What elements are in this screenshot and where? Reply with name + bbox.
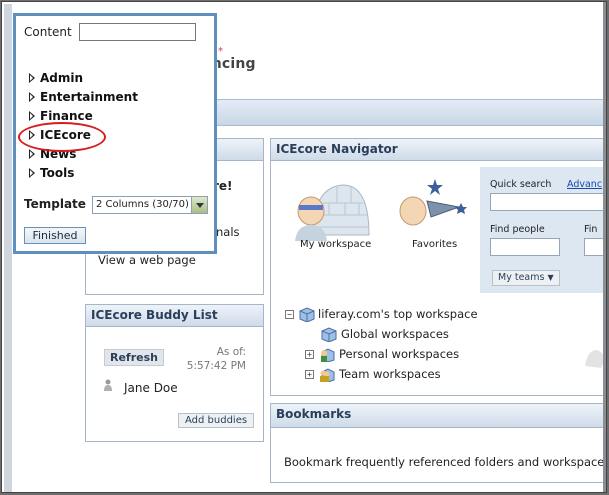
category-admin[interactable]: Admin xyxy=(29,71,83,85)
tree-item-label[interactable]: Global workspaces xyxy=(341,327,449,341)
expand-arrow-icon xyxy=(29,73,35,83)
left-border xyxy=(4,4,12,492)
bookmarks-title: Bookmarks xyxy=(271,404,606,428)
find-other-label: Fin xyxy=(584,224,598,235)
navigator-title: ICEcore Navigator xyxy=(271,139,606,161)
category-tools[interactable]: Tools xyxy=(29,166,74,180)
collapse-icon[interactable]: − xyxy=(285,309,294,319)
category-label: Entertainment xyxy=(40,90,138,104)
my-teams-button[interactable]: My teams ▼ xyxy=(492,270,560,286)
tree-item-team[interactable]: + Team workspaces xyxy=(305,366,441,382)
content-search-input[interactable] xyxy=(79,23,196,41)
buddy-list-title: ICEcore Buddy List xyxy=(86,305,263,327)
template-selected-value: 2 Columns (30/70) xyxy=(96,199,189,210)
quick-search-label: Quick search xyxy=(490,179,552,190)
tree-root-label[interactable]: liferay.com's top workspace xyxy=(318,307,478,321)
dropdown-arrow-icon[interactable] xyxy=(191,197,207,213)
tree-item-global[interactable]: Global workspaces xyxy=(320,326,449,342)
find-people-input[interactable] xyxy=(490,238,560,256)
favorites-label[interactable]: Favorites xyxy=(412,239,457,250)
bookmarks-hint: Bookmark frequently referenced folders a… xyxy=(284,455,605,469)
buddy-list-portlet: ICEcore Buddy List Refresh As of: 5:57:4… xyxy=(85,304,264,442)
expand-arrow-icon xyxy=(29,111,35,121)
right-border xyxy=(603,2,606,492)
bookmarks-portlet: Bookmarks Bookmark frequently referenced… xyxy=(270,403,606,483)
refresh-button[interactable]: Refresh xyxy=(104,349,164,366)
chevron-down-icon: ▼ xyxy=(547,273,554,282)
content-label: Content xyxy=(24,25,72,39)
tree-item-personal[interactable]: + Personal workspaces xyxy=(305,346,459,362)
category-label: Finance xyxy=(40,109,93,121)
highlight-circle xyxy=(18,122,106,152)
add-content-popup: Content Admin Entertainment Finance ICEc… xyxy=(13,13,217,254)
team-workspace-icon xyxy=(320,368,335,382)
navigator-portlet: ICEcore Navigator My workspace Favorites… xyxy=(270,138,606,396)
expand-arrow-icon xyxy=(29,92,35,102)
expand-arrow-icon xyxy=(29,149,35,159)
workspace-box-icon xyxy=(299,307,315,322)
personal-workspace-icon xyxy=(321,348,335,362)
favorites-icon[interactable] xyxy=(389,177,469,237)
welcome-item-2[interactable]: nals xyxy=(216,225,240,239)
tree-item-label[interactable]: Team workspaces xyxy=(339,367,441,381)
category-label: Admin xyxy=(40,71,84,85)
template-label: Template xyxy=(24,197,86,211)
quick-search-input[interactable] xyxy=(490,193,606,211)
advanced-search-link[interactable]: Advanc xyxy=(567,179,602,190)
my-teams-label: My teams xyxy=(498,272,545,283)
my-workspace-label[interactable]: My workspace xyxy=(300,239,371,250)
navigation-bar xyxy=(214,99,603,126)
category-finance[interactable]: Finance xyxy=(29,109,93,121)
person-icon xyxy=(104,379,112,391)
my-workspace-icon[interactable] xyxy=(289,173,371,241)
template-select[interactable]: 2 Columns (30/70) xyxy=(92,196,208,214)
expand-icon[interactable]: + xyxy=(305,349,314,359)
expand-arrow-icon xyxy=(29,168,35,178)
window-frame: * encing re! nals View a web page ICEcor… xyxy=(1,1,607,493)
expand-icon[interactable]: + xyxy=(305,369,314,379)
buddy-name[interactable]: Jane Doe xyxy=(124,381,178,395)
view-web-page-link[interactable]: View a web page xyxy=(98,253,196,267)
finished-button[interactable]: Finished xyxy=(24,227,86,244)
category-label: Tools xyxy=(40,166,75,180)
last-refresh-time: As of: 5:57:42 PM xyxy=(186,346,246,372)
category-entertainment[interactable]: Entertainment xyxy=(29,90,138,104)
search-panel: Quick search Advanc Find people Fin My t… xyxy=(480,167,606,293)
workspace-box-icon xyxy=(321,327,337,342)
tree-root-row[interactable]: − liferay.com's top workspace xyxy=(285,306,478,322)
add-buddies-button[interactable]: Add buddies xyxy=(178,413,255,428)
find-people-label: Find people xyxy=(490,224,545,235)
tree-item-label[interactable]: Personal workspaces xyxy=(339,347,459,361)
